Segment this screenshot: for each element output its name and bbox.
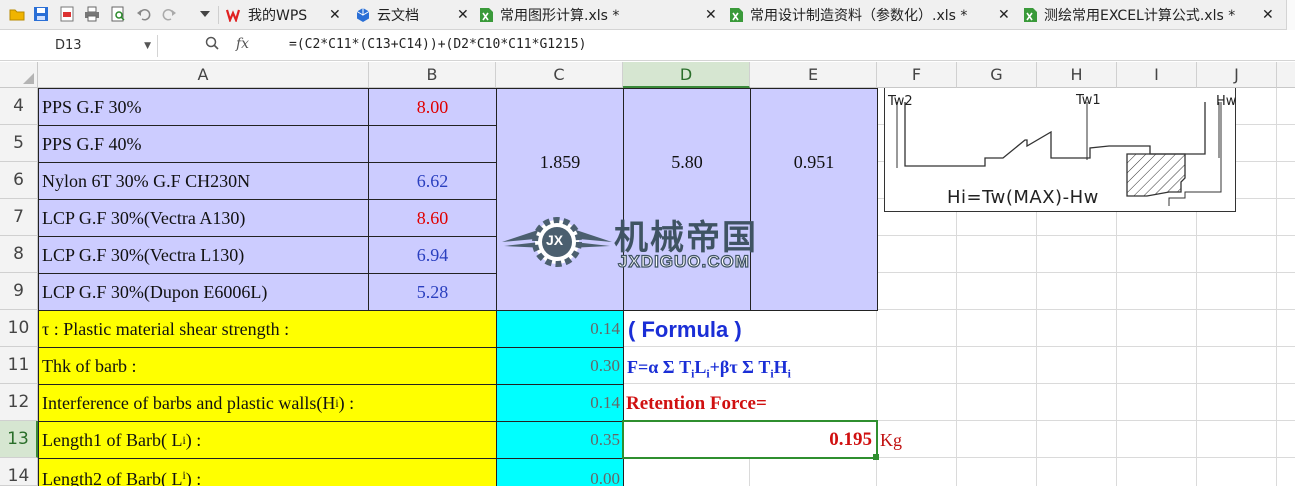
row-header-7[interactable]: 7 <box>0 199 38 236</box>
material-value-cell[interactable]: 8.00 <box>368 88 497 126</box>
row-header-6[interactable]: 6 <box>0 162 38 199</box>
close-icon[interactable]: ✕ <box>998 0 1010 30</box>
diagram-label-tw2: Tw2 <box>888 94 913 109</box>
close-icon[interactable]: ✕ <box>705 0 717 30</box>
close-icon[interactable]: ✕ <box>457 0 469 30</box>
spreadsheet-icon <box>1022 7 1038 23</box>
barb-diagram: Tw2 Tw1 Hw Hi=Tw(MAX)-Hw <box>884 88 1236 212</box>
param-label-cell[interactable]: Thk of barb : <box>38 347 497 385</box>
col-header-a[interactable]: A <box>38 62 369 88</box>
tab-label: 云文档 <box>377 8 419 24</box>
param-value-cell[interactable]: 0.35 <box>496 421 624 459</box>
merged-cell-e[interactable]: 0.951 <box>750 88 878 311</box>
watermark-badge: JX <box>546 232 564 248</box>
row-header-10[interactable]: 10 <box>0 310 38 347</box>
unit-label: Kg <box>880 430 902 450</box>
save-icon[interactable] <box>32 5 50 23</box>
col-header-d[interactable]: D <box>623 62 750 88</box>
merged-cell-c[interactable]: 1.859 <box>496 88 624 311</box>
material-value-cell[interactable]: 6.94 <box>368 236 497 274</box>
formula-title: ( Formula ) <box>628 317 742 342</box>
watermark-en: JXDIGUO.COM <box>617 251 750 271</box>
row-header-9[interactable]: 9 <box>0 273 38 310</box>
tab-file-1[interactable]: 常用图形计算.xls * <box>478 0 619 30</box>
row-header-12[interactable]: 12 <box>0 384 38 421</box>
material-name-cell[interactable]: LCP G.F 30%(Dupon E6006L) <box>38 273 369 311</box>
param-label-cell[interactable]: τ : Plastic material shear strength : <box>38 310 497 348</box>
row-header-5[interactable]: 5 <box>0 125 38 162</box>
formula-bar: D13 ▼ fx =(C2*C11*(C13+C14))+(D2*C10*C11… <box>0 31 1295 61</box>
tab-label: 测绘常用EXCEL计算公式.xls * <box>1044 8 1236 24</box>
tab-my-wps[interactable]: 我的WPS <box>226 0 307 30</box>
cloud-doc-icon <box>355 7 371 23</box>
material-name-cell[interactable]: Nylon 6T 30% G.F CH230N <box>38 162 369 200</box>
col-header-g[interactable]: G <box>957 62 1037 88</box>
material-name-cell[interactable]: PPS G.F 40% <box>38 125 369 163</box>
param-label-cell[interactable]: Length1 of Barb( Li ) : <box>38 421 497 459</box>
tab-file-3[interactable]: 测绘常用EXCEL计算公式.xls * <box>1022 0 1235 30</box>
tab-label: 常用图形计算.xls * <box>500 8 620 24</box>
select-all-corner[interactable] <box>0 62 38 88</box>
diagram-label-hw: Hw <box>1216 94 1237 109</box>
undo-icon[interactable] <box>135 5 153 23</box>
col-header-f[interactable]: F <box>877 62 957 88</box>
col-header-i[interactable]: I <box>1117 62 1197 88</box>
folder-icon[interactable] <box>8 5 26 23</box>
param-value-cell[interactable]: 0.14 <box>496 384 624 422</box>
close-icon[interactable]: ✕ <box>329 0 341 30</box>
more-dropdown-icon[interactable] <box>196 5 214 23</box>
tab-cloud-docs[interactable]: 云文档 <box>355 0 419 30</box>
row-header-11[interactable]: 11 <box>0 347 38 384</box>
tab-bar: 我的WPS ✕ 云文档 ✕ 常用图形计算.xls * ✕ 常用设计制造资料（参数… <box>0 0 1295 30</box>
param-value-cell[interactable]: 0.30 <box>496 347 624 385</box>
export-pdf-icon[interactable] <box>58 5 76 23</box>
formula-expression: F=α Σ TiLi+βτ Σ TiHi <box>627 357 791 381</box>
col-header-c[interactable]: C <box>496 62 623 88</box>
material-value-cell[interactable] <box>368 125 497 163</box>
result-cell-d13[interactable]: 0.195 <box>622 420 878 459</box>
col-header-e[interactable]: E <box>750 62 877 88</box>
merged-cell-d[interactable]: 5.80 <box>623 88 751 311</box>
fx-icon[interactable]: fx <box>236 36 249 52</box>
retention-force-label: Retention Force= <box>626 393 767 414</box>
close-icon[interactable]: ✕ <box>1262 0 1274 30</box>
material-value-cell[interactable]: 8.60 <box>368 199 497 237</box>
name-box[interactable]: D13 ▼ <box>0 35 158 57</box>
redo-icon[interactable] <box>160 5 178 23</box>
material-name-cell[interactable]: PPS G.F 30% <box>38 88 369 126</box>
col-header-h[interactable]: H <box>1037 62 1117 88</box>
tab-file-2[interactable]: 常用设计制造资料（参数化）.xls * <box>728 0 967 30</box>
spreadsheet-icon <box>478 7 494 23</box>
material-name-cell[interactable]: LCP G.F 30%(Vectra L130) <box>38 236 369 274</box>
zoom-icon[interactable] <box>205 36 219 54</box>
watermark-logo: JX 机械帝国 JXDIGUO.COM <box>498 208 798 274</box>
col-header-b[interactable]: B <box>369 62 496 88</box>
diagram-equation: Hi=Tw(MAX)-Hw <box>947 187 1099 208</box>
spreadsheet-icon <box>728 7 744 23</box>
row-header-13[interactable]: 13 <box>0 421 38 458</box>
row-header-14[interactable]: 14 <box>0 458 38 486</box>
material-value-cell[interactable]: 6.62 <box>368 162 497 200</box>
tab-label: 常用设计制造资料（参数化）.xls * <box>750 8 968 24</box>
material-name-cell[interactable]: LCP G.F 30%(Vectra A130) <box>38 199 369 237</box>
row-header-8[interactable]: 8 <box>0 236 38 273</box>
param-value-cell[interactable]: 0.00 <box>496 458 624 486</box>
chevron-down-icon[interactable]: ▼ <box>144 35 151 57</box>
col-header-j[interactable]: J <box>1197 62 1277 88</box>
wps-logo-icon <box>226 7 242 23</box>
diagram-label-tw1: Tw1 <box>1076 93 1101 108</box>
param-label-cell[interactable]: Length2 of Barb( Li ) : <box>38 458 497 486</box>
row-header-4[interactable]: 4 <box>0 88 38 125</box>
formula-input[interactable]: =(C2*C11*(C13+C14))+(D2*C10*C11*G1215) <box>289 37 586 52</box>
tab-label: 我的WPS <box>248 8 308 24</box>
material-value-cell[interactable]: 5.28 <box>368 273 497 311</box>
print-icon[interactable] <box>83 5 101 23</box>
param-label-cell[interactable]: Interference of barbs and plastic walls(… <box>38 384 497 422</box>
print-preview-icon[interactable] <box>109 5 127 23</box>
param-value-cell[interactable]: 0.14 <box>496 310 624 348</box>
